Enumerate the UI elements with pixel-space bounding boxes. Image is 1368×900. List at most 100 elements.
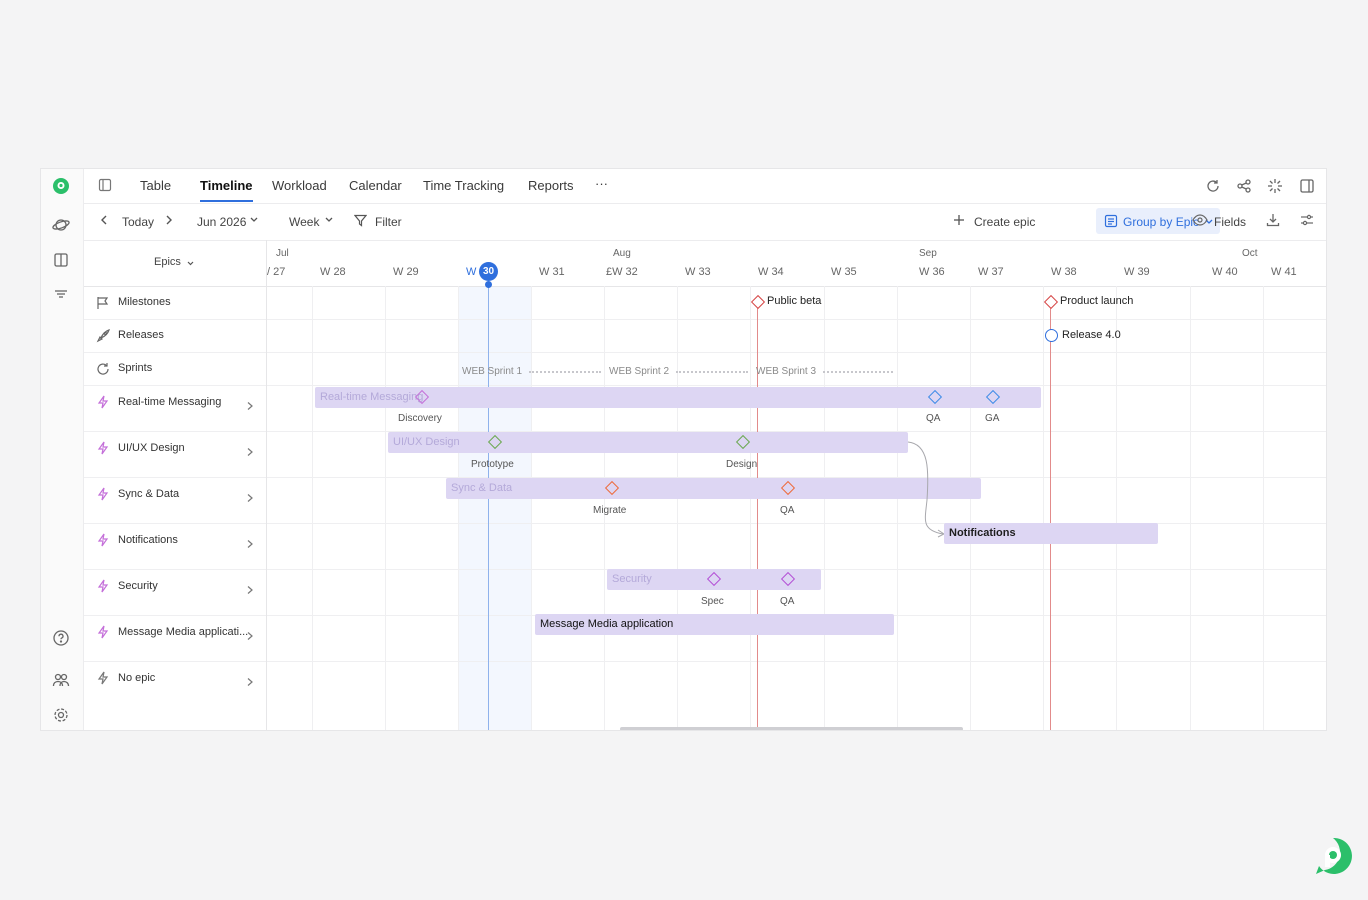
row-milestones[interactable]: Milestones bbox=[84, 287, 266, 320]
cycle-icon bbox=[96, 362, 110, 376]
dependency-arrow bbox=[907, 441, 945, 538]
tab-calendar[interactable]: Calendar bbox=[349, 178, 402, 193]
chevron-right-icon[interactable] bbox=[245, 444, 255, 456]
share-icon[interactable] bbox=[1236, 178, 1252, 194]
row-epic-sync-data[interactable]: Sync & Data bbox=[84, 478, 266, 524]
sidebar-toggle-icon[interactable] bbox=[98, 178, 112, 192]
chevron-right-icon[interactable] bbox=[245, 398, 255, 410]
panel-toggle-icon[interactable] bbox=[1299, 178, 1315, 194]
task-label: QA bbox=[926, 413, 941, 424]
bolt-icon bbox=[96, 441, 110, 455]
chevron-right-icon[interactable] bbox=[245, 490, 255, 502]
row-epic-notifications[interactable]: Notifications bbox=[84, 524, 266, 570]
header-divider bbox=[267, 286, 1326, 287]
refresh-icon[interactable] bbox=[1205, 178, 1221, 194]
row-epic-security[interactable]: Security bbox=[84, 570, 266, 616]
row-line bbox=[267, 661, 1326, 662]
row-epic-realtime-messaging[interactable]: Real-time Messaging bbox=[84, 386, 266, 432]
plus-icon[interactable] bbox=[952, 213, 966, 230]
milestone-diamond[interactable] bbox=[1043, 294, 1059, 310]
row-label: Notifications bbox=[118, 534, 178, 546]
sprint-label[interactable]: WEB Sprint 1 bbox=[462, 366, 522, 377]
tab-workload[interactable]: Workload bbox=[272, 178, 327, 193]
week-label: W 33 bbox=[685, 266, 711, 278]
chevron-down-icon[interactable] bbox=[186, 256, 195, 274]
task-label: Prototype bbox=[471, 459, 514, 470]
bolt-icon bbox=[96, 487, 110, 501]
download-icon[interactable] bbox=[1266, 213, 1280, 230]
week-label: £W 32 bbox=[606, 266, 638, 278]
milestone-label[interactable]: Product launch bbox=[1060, 295, 1133, 307]
chevron-down-icon[interactable] bbox=[324, 214, 334, 229]
week-label: W 37 bbox=[978, 266, 1004, 278]
team-icon[interactable] bbox=[52, 671, 70, 689]
timeline-grid: Epics Milestones Releases Sprints Real-t… bbox=[84, 240, 1326, 730]
timeline-chart: Jul Aug Sep Oct / 27 W 28 W 29 W 30 W 31… bbox=[267, 240, 1326, 730]
filter-lines-icon[interactable] bbox=[52, 285, 70, 303]
bolt-icon bbox=[96, 671, 110, 685]
tab-time-tracking[interactable]: Time Tracking bbox=[423, 178, 504, 193]
sprint-range bbox=[676, 371, 748, 375]
row-no-epic[interactable]: No epic bbox=[84, 662, 266, 707]
milestone-diamond[interactable] bbox=[750, 294, 766, 310]
eye-icon[interactable] bbox=[1192, 214, 1208, 229]
left-rail bbox=[41, 169, 84, 730]
task-label: Migrate bbox=[593, 505, 627, 516]
week-label: W 34 bbox=[758, 266, 784, 278]
scale-select[interactable]: Week bbox=[289, 215, 319, 229]
epic-bar-message-media[interactable]: Message Media application bbox=[535, 614, 894, 635]
row-sprints[interactable]: Sprints bbox=[84, 353, 266, 386]
epic-bar-notifications[interactable]: Notifications bbox=[944, 523, 1158, 544]
week-label: W 36 bbox=[919, 266, 945, 278]
month-picker[interactable]: Jun 2026 bbox=[197, 215, 246, 229]
chevron-right-icon[interactable] bbox=[245, 674, 255, 686]
horizontal-scrollbar[interactable] bbox=[620, 727, 963, 730]
epic-bar-sync-data[interactable]: Sync & Data bbox=[446, 478, 981, 499]
group-by-label: Group by Epic bbox=[1123, 215, 1200, 229]
adjust-icon[interactable] bbox=[1300, 213, 1314, 230]
chevron-right-icon[interactable] bbox=[245, 582, 255, 594]
row-label: Sync & Data bbox=[118, 488, 180, 500]
create-epic-button[interactable]: Create epic bbox=[974, 215, 1035, 229]
fields-button[interactable]: Fields bbox=[1214, 215, 1246, 229]
week-label: W 40 bbox=[1212, 266, 1238, 278]
view-tabs: Table Timeline Workload Calendar Time Tr… bbox=[84, 169, 1326, 204]
current-week-badge: 30 bbox=[479, 262, 498, 281]
week-label: W 28 bbox=[320, 266, 346, 278]
rocket-icon bbox=[96, 329, 110, 343]
today-dot bbox=[485, 281, 492, 288]
chevron-right-icon[interactable] bbox=[245, 536, 255, 548]
tab-reports[interactable]: Reports bbox=[528, 178, 574, 193]
epics-header-label[interactable]: Epics bbox=[154, 256, 181, 268]
release-label[interactable]: Release 4.0 bbox=[1062, 329, 1121, 341]
month-label: Jul bbox=[276, 248, 289, 259]
prev-icon[interactable] bbox=[99, 214, 109, 229]
more-tabs-button[interactable]: ··· bbox=[595, 176, 608, 191]
brand-logo bbox=[1313, 836, 1353, 876]
epic-bar-uiux-design[interactable]: UI/UX Design bbox=[388, 432, 908, 453]
tab-timeline[interactable]: Timeline bbox=[200, 178, 253, 202]
row-epic-uiux-design[interactable]: UI/UX Design bbox=[84, 432, 266, 478]
filter-button[interactable]: Filter bbox=[375, 215, 402, 229]
sprint-label[interactable]: WEB Sprint 2 bbox=[609, 366, 669, 377]
milestone-label[interactable]: Public beta bbox=[767, 295, 821, 307]
next-icon[interactable] bbox=[164, 214, 174, 229]
sparkle-icon[interactable] bbox=[1267, 178, 1283, 194]
tab-table[interactable]: Table bbox=[140, 178, 171, 193]
task-label: GA bbox=[985, 413, 1000, 424]
chevron-down-icon[interactable] bbox=[249, 214, 259, 229]
release-marker[interactable] bbox=[1045, 329, 1058, 342]
settings-icon[interactable] bbox=[52, 706, 70, 724]
planet-icon[interactable] bbox=[52, 216, 70, 234]
app-window: Table Timeline Workload Calendar Time Tr… bbox=[40, 168, 1327, 731]
bolt-icon bbox=[96, 625, 110, 639]
row-epic-message-media[interactable]: Message Media applicati... bbox=[84, 616, 266, 662]
sprint-label[interactable]: WEB Sprint 3 bbox=[756, 366, 816, 377]
chevron-right-icon[interactable] bbox=[245, 628, 255, 640]
board-icon[interactable] bbox=[52, 251, 70, 269]
app-logo-icon[interactable] bbox=[52, 177, 70, 195]
today-button[interactable]: Today bbox=[122, 215, 154, 229]
help-icon[interactable] bbox=[52, 629, 70, 647]
row-releases[interactable]: Releases bbox=[84, 320, 266, 353]
filter-icon[interactable] bbox=[353, 214, 368, 230]
